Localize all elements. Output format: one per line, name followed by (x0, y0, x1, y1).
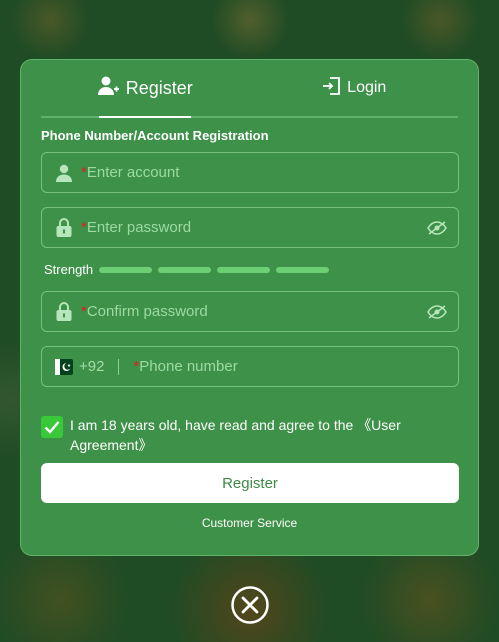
register-modal: Register Login Phone Number/Account Regi… (20, 59, 479, 556)
register-button[interactable]: Register (41, 463, 459, 503)
checkmark-icon (44, 421, 60, 434)
phone-field: +92 * (41, 346, 459, 387)
agreement-row: I am 18 years old, have read and agree t… (41, 415, 461, 455)
user-icon (53, 162, 75, 184)
password-field: * (41, 207, 459, 248)
auth-tabs: Register Login (41, 60, 458, 118)
lock-icon (53, 217, 75, 239)
divider (118, 358, 120, 375)
tab-login[interactable]: Login (250, 60, 459, 116)
strength-bar (99, 266, 153, 273)
account-input[interactable] (86, 164, 458, 181)
close-icon[interactable] (230, 585, 270, 625)
confirm-password-input[interactable] (86, 303, 426, 320)
tab-register-label: Register (125, 77, 193, 98)
login-door-icon (321, 76, 347, 101)
password-input[interactable] (86, 219, 426, 236)
section-title: Phone Number/Account Registration (41, 128, 269, 143)
eye-off-icon[interactable] (426, 217, 448, 239)
pakistan-flag-icon[interactable] (53, 356, 75, 378)
strength-bar (217, 266, 271, 273)
password-strength: Strength (44, 262, 330, 277)
eye-off-icon[interactable] (426, 301, 448, 323)
phone-input[interactable] (139, 358, 458, 375)
tab-register[interactable]: Register (41, 60, 250, 118)
agreement-text: I am 18 years old, have read and agree t… (70, 415, 461, 455)
strength-bar (276, 266, 330, 273)
add-user-icon (97, 76, 126, 101)
customer-service-link[interactable]: Customer Service (21, 516, 478, 530)
strength-bar (158, 266, 212, 273)
agree-checkbox[interactable] (41, 416, 63, 438)
strength-label: Strength (44, 262, 94, 277)
country-code[interactable]: +92 (79, 358, 104, 375)
lock-icon (53, 301, 75, 323)
agreement-label: I am 18 years old, have read and agree t… (70, 417, 358, 433)
account-field: * (41, 152, 459, 193)
confirm-password-field: * (41, 291, 459, 332)
tab-login-label: Login (347, 79, 387, 96)
